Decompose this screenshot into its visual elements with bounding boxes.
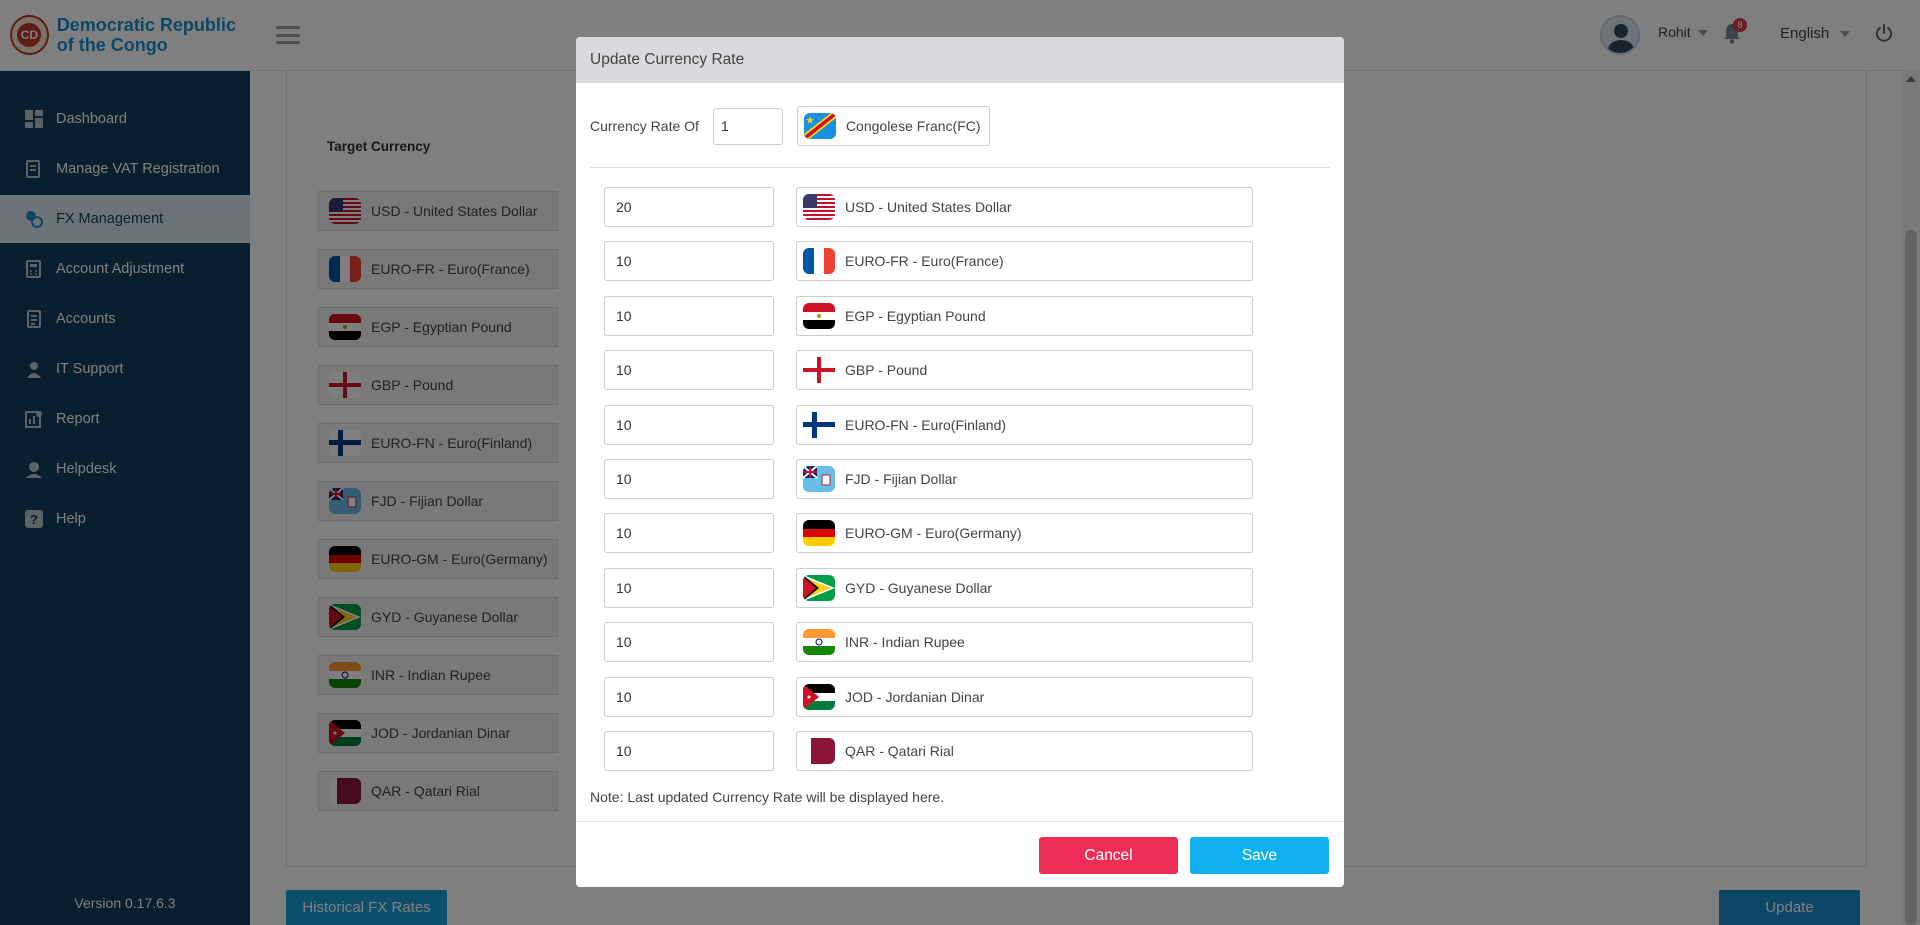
modal-footer-divider bbox=[576, 821, 1344, 822]
currency-label: EURO-FN - Euro(Finland) bbox=[845, 416, 1007, 433]
gb-flag-icon bbox=[803, 357, 835, 384]
rate-input[interactable] bbox=[604, 567, 774, 608]
currency-field: EGP - Egyptian Pound bbox=[796, 295, 1253, 336]
base-rate-input[interactable] bbox=[712, 107, 783, 145]
currency-label: QAR - Qatari Rial bbox=[845, 743, 954, 759]
currency-field: INR - Indian Rupee bbox=[796, 622, 1253, 663]
currency-label: FJD - Fijian Dollar bbox=[845, 471, 958, 487]
rate-input[interactable] bbox=[604, 241, 774, 282]
rate-input[interactable] bbox=[604, 676, 774, 717]
update-currency-rate-modal: Update Currency Rate Currency Rate Of Co… bbox=[576, 37, 1344, 887]
currency-label: JOD - Jordanian Dinar bbox=[845, 688, 985, 705]
currency-label: GYD - Guyanese Dollar bbox=[845, 579, 993, 596]
rate-input[interactable] bbox=[604, 622, 774, 663]
currency-label: EGP - Egyptian Pound bbox=[845, 307, 986, 324]
fr-flag-icon bbox=[803, 248, 835, 275]
currency-field: QAR - Qatari Rial bbox=[796, 731, 1253, 771]
currency-rate-of-row: Currency Rate Of Congolese Franc(FC) bbox=[590, 106, 990, 146]
rate-input[interactable] bbox=[604, 513, 774, 554]
in-flag-icon bbox=[803, 629, 835, 656]
modal-title: Update Currency Rate bbox=[576, 37, 1344, 83]
currency-field: USD - United States Dollar bbox=[796, 187, 1253, 227]
gy-flag-icon bbox=[803, 574, 835, 601]
currency-label: USD - United States Dollar bbox=[845, 199, 1012, 215]
currency-field: EURO-FN - Euro(Finland) bbox=[796, 404, 1253, 445]
save-button[interactable]: Save bbox=[1190, 837, 1329, 874]
note-text: Note: Last updated Currency Rate will be… bbox=[590, 789, 945, 805]
rate-input[interactable] bbox=[604, 295, 774, 336]
currency-label: GBP - Pound bbox=[845, 362, 928, 379]
currency-field: EURO-FR - Euro(France) bbox=[796, 241, 1253, 282]
currency-label: EURO-FR - Euro(France) bbox=[845, 253, 1004, 270]
rate-input[interactable] bbox=[604, 459, 774, 499]
us-flag-icon bbox=[803, 194, 835, 220]
cancel-button[interactable]: Cancel bbox=[1039, 837, 1178, 874]
fj-flag-icon bbox=[803, 466, 835, 492]
congo-flag-icon bbox=[803, 113, 836, 139]
currency-label: EURO-GM - Euro(Germany) bbox=[845, 525, 1022, 542]
base-currency-label: Congolese Franc(FC) bbox=[845, 118, 981, 134]
currency-field: FJD - Fijian Dollar bbox=[796, 459, 1253, 499]
currency-field: EURO-GM - Euro(Germany) bbox=[796, 513, 1253, 554]
modal-divider bbox=[590, 167, 1330, 168]
currency-label: INR - Indian Rupee bbox=[845, 634, 965, 651]
currency-field: GYD - Guyanese Dollar bbox=[796, 567, 1253, 608]
base-currency-field: Congolese Franc(FC) bbox=[796, 106, 990, 146]
currency-field: GBP - Pound bbox=[796, 350, 1253, 391]
qa-flag-icon bbox=[803, 738, 835, 764]
rate-input[interactable] bbox=[604, 404, 774, 445]
fi-flag-icon bbox=[803, 411, 835, 438]
de-flag-icon bbox=[803, 520, 835, 547]
currency-field: JOD - Jordanian Dinar bbox=[796, 676, 1253, 717]
rate-input[interactable] bbox=[604, 187, 774, 227]
currency-rate-of-label: Currency Rate Of bbox=[590, 118, 699, 134]
eg-flag-icon bbox=[803, 302, 835, 329]
jo-flag-icon bbox=[803, 683, 835, 710]
rate-input[interactable] bbox=[604, 350, 774, 391]
rate-input[interactable] bbox=[604, 731, 774, 771]
